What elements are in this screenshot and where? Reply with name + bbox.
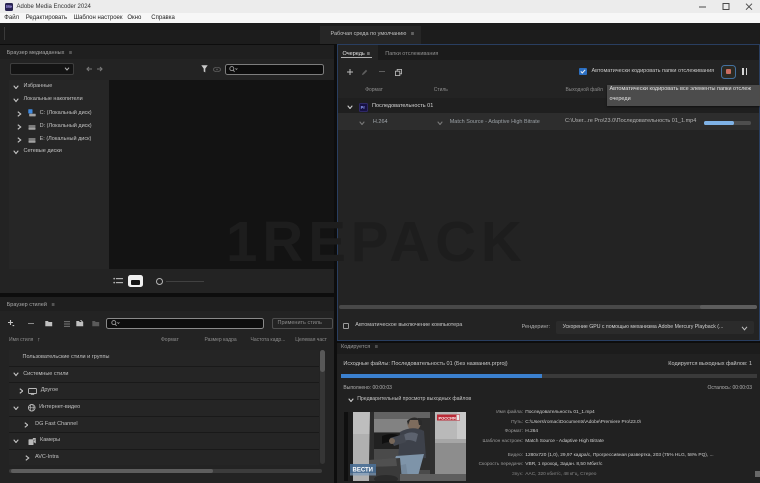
svg-text:РОССИЯ: РОССИЯ (439, 415, 456, 420)
svg-text:ВЕСТИ: ВЕСТИ (353, 468, 374, 474)
